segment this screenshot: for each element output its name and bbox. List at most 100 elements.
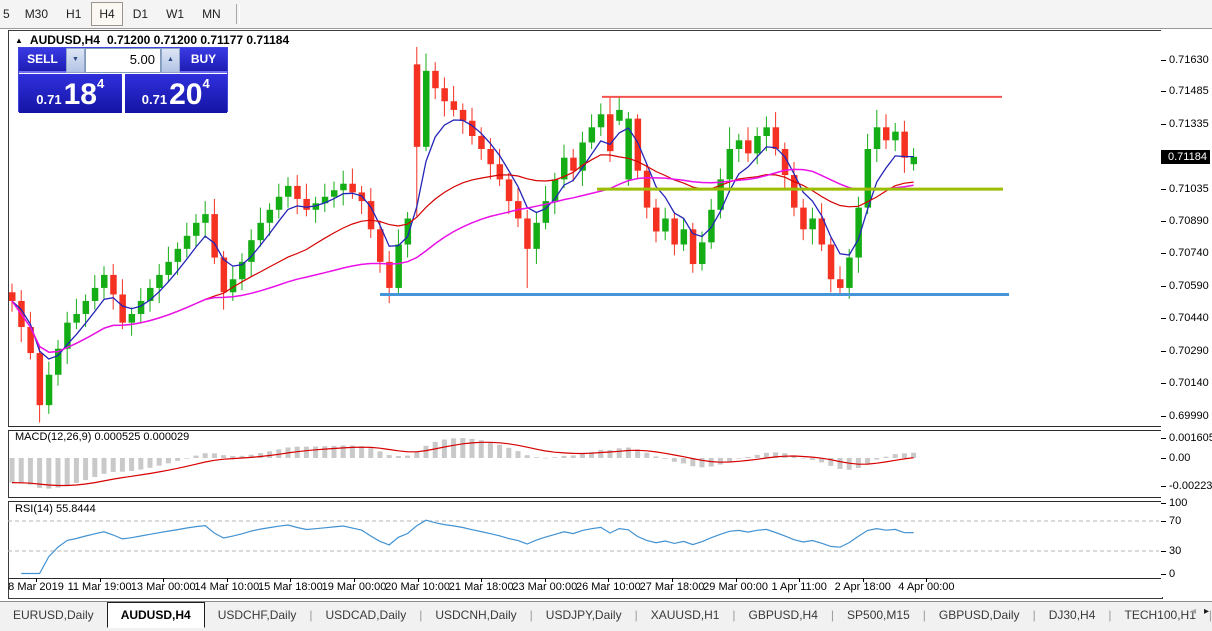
current-price-marker: 0.71184 (1161, 149, 1210, 164)
price-axis-label-text: 0.70740 (1169, 247, 1209, 260)
axis-tick-mark (1161, 91, 1166, 93)
x-axis-label: 20 Mar 10:00 (385, 581, 451, 593)
x-axis-label: 19 Mar 00:00 (321, 581, 387, 593)
tab-scroll-left-icon[interactable]: ◂ (1191, 606, 1196, 617)
tab-gbpusd-daily[interactable]: GBPUSD,Daily (926, 605, 1033, 626)
axis-tick-mark (1161, 458, 1166, 459)
axis-tick-mark (1161, 318, 1166, 320)
axis-tick-mark (1161, 503, 1166, 504)
sell-price-box[interactable]: 0.71 18 4 (19, 74, 122, 113)
tab-scroll-right-icon[interactable]: ▸ (1204, 606, 1209, 617)
axis-tick-mark (1161, 485, 1166, 487)
tab-usdjpy-daily[interactable]: USDJPY,Daily (533, 605, 635, 626)
pane-divider[interactable] (8, 497, 1161, 502)
volume-input[interactable]: 5.00 (85, 48, 161, 73)
tab-sp500-m15[interactable]: SP500,M15 (834, 605, 923, 626)
x-axis-label: 21 Mar 18:00 (448, 581, 514, 593)
axis-tick-mark (1161, 220, 1166, 222)
x-axis-tick (862, 578, 864, 582)
volume-increase-button[interactable]: ▲ (161, 48, 180, 73)
x-axis-label: 29 Mar 00:00 (703, 581, 769, 593)
one-click-trade-panel: SELL ▼ 5.00 ▲ BUY 0.71 18 4 0.71 20 4 (18, 47, 228, 113)
x-axis-tick (926, 578, 928, 582)
x-axis-label: 13 Mar 00:00 (130, 581, 196, 593)
macd-axis-label-text: -0.002235 (1169, 479, 1212, 492)
price-axis-label-text: 0.70290 (1169, 344, 1209, 357)
x-axis-label: 14 Mar 10:00 (194, 581, 260, 593)
x-axis-label: 1 Apr 11:00 (771, 581, 827, 593)
axis-tick-mark (1161, 573, 1166, 575)
price-axis-label-text: 0.70440 (1169, 312, 1209, 325)
tab-usdcnh-daily[interactable]: USDCNH,Daily (422, 605, 529, 626)
axis-tick-mark (1161, 350, 1166, 352)
buy-price-prefix: 0.71 (141, 92, 168, 107)
x-axis-tick (544, 578, 546, 582)
price-axis-label-text: 0.69990 (1169, 409, 1209, 422)
x-axis-label: 15 Mar 18:00 (257, 581, 323, 593)
x-axis-tick (290, 578, 292, 582)
price-axis-label-text: 0.70890 (1169, 214, 1209, 227)
rsi-pane[interactable] (8, 500, 1160, 578)
sell-price-pipette: 4 (96, 76, 105, 91)
tab-dj30-h4[interactable]: DJ30,H4 (1036, 605, 1109, 626)
timeframe-button-5[interactable]: 5 (1, 2, 15, 26)
x-axis-label: 26 Mar 10:00 (575, 581, 641, 593)
sell-button[interactable]: SELL (19, 48, 66, 73)
timeframe-button-d1[interactable]: D1 (125, 2, 156, 26)
price-axis-label-text: 0.71630 (1169, 54, 1209, 66)
x-axis-label: 23 Mar 00:00 (512, 581, 578, 593)
axis-tick-mark (1161, 285, 1166, 287)
buy-price-pipette: 4 (202, 76, 210, 91)
tab-xauusd-h1[interactable]: XAUUSD,H1 (638, 605, 733, 626)
timeframe-button-m30[interactable]: M30 (17, 2, 56, 26)
x-axis-label: 11 Mar 19:00 (67, 581, 132, 593)
axis-tick-mark (1161, 253, 1166, 255)
timeframe-button-h4[interactable]: H4 (91, 2, 123, 26)
chart-tabs-bar: EURUSD,Daily AUDUSD,H4 USDCHF,Daily | USDCAD… (0, 601, 1212, 631)
volume-decrease-button[interactable]: ▼ (66, 48, 85, 73)
x-axis-tick (481, 578, 483, 582)
macd-label: MACD(12,26,9) 0.000525 0.000029 (15, 431, 190, 443)
tab-audusd-h4[interactable]: AUDUSD,H4 (106, 602, 205, 628)
x-axis-tick (99, 578, 101, 582)
tab-scroll-buttons: ◂ ▸ (1191, 606, 1209, 617)
tab-eurusd-daily[interactable]: EURUSD,Daily (0, 605, 107, 626)
symbol-title: AUDUSD,H4 (29, 33, 100, 47)
buy-price-box[interactable]: 0.71 20 4 (124, 74, 227, 113)
x-axis-tick (36, 578, 37, 582)
rsi-axis-label-text: 30 (1169, 545, 1182, 557)
x-axis-label: 4 Apr 00:00 (898, 581, 955, 593)
timeframe-button-h1[interactable]: H1 (58, 2, 89, 26)
chart-header: ▲ AUDUSD,H4 0.71200 0.71200 0.71177 0.71… (15, 33, 289, 47)
trading-platform-window: 5 M30 H1 H4 D1 W1 MN ▲ AUDUSD,H4 0.71200 0.712… (0, 0, 1212, 631)
x-axis-tick (354, 578, 355, 582)
axis-tick-mark (1161, 383, 1166, 385)
axis-tick-mark (1161, 551, 1166, 552)
timeframe-button-mn[interactable]: MN (194, 2, 229, 26)
sell-price-big: 18 (63, 78, 97, 111)
buy-button[interactable]: BUY (180, 48, 227, 73)
tab-usdchf-daily[interactable]: USDCHF,Daily (205, 605, 310, 626)
x-axis-tick (799, 578, 801, 582)
price-axis-label-text: 0.70590 (1169, 279, 1209, 292)
macd-axis-label-text: 0.00 (1169, 452, 1191, 464)
price-axis-label-text: 0.71335 (1169, 118, 1209, 131)
price-axis-label-text: 0.71485 (1169, 85, 1209, 98)
tab-gbpusd-h4[interactable]: GBPUSD,H4 (736, 605, 831, 626)
price-axis: 0.71184 0.716300.714850.713350.711840.71… (1161, 30, 1212, 597)
timeframe-button-w1[interactable]: W1 (158, 2, 192, 26)
axis-tick-mark (1161, 415, 1166, 417)
collapse-arrow-icon[interactable]: ▲ (15, 36, 23, 45)
axis-tick-mark (1161, 189, 1166, 191)
toolbar-separator (235, 4, 240, 24)
sell-price-prefix: 0.71 (36, 92, 62, 107)
x-axis-tick (672, 578, 673, 582)
x-axis-tick (608, 578, 610, 582)
time-axis-line (8, 578, 1161, 579)
x-axis-label: 2 Apr 18:00 (834, 581, 891, 593)
x-axis-tick (163, 578, 165, 582)
price-axis-label-text: 0.71035 (1169, 183, 1209, 196)
tab-usdcad-daily[interactable]: USDCAD,Daily (313, 605, 420, 626)
rsi-axis-label-text: 70 (1169, 515, 1182, 527)
timeframe-toolbar: 5 M30 H1 H4 D1 W1 MN (0, 0, 1212, 29)
